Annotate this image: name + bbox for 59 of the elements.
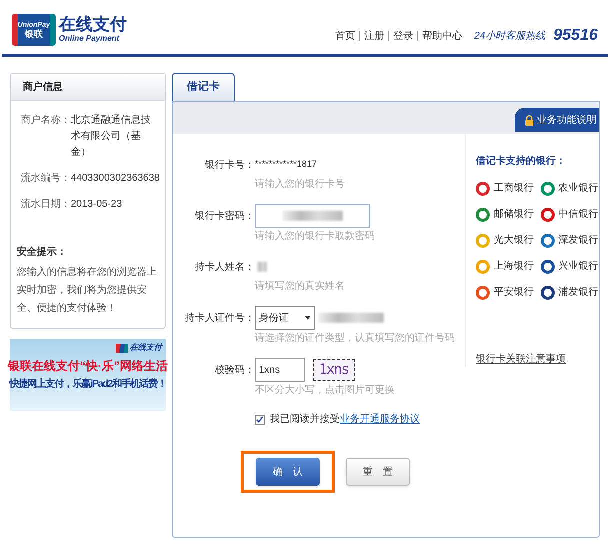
bank-name: 深发银行 xyxy=(558,234,598,248)
help-tab[interactable]: 业务功能说明 xyxy=(515,108,599,132)
banks-title: 借记卡支持的银行： xyxy=(476,154,567,169)
banner-headline: 银联在线支付“快·乐”网络生活 xyxy=(8,358,168,375)
bank-name: 邮储银行 xyxy=(494,208,534,222)
banner-logo: 在线支付 xyxy=(130,342,162,354)
field-label: 校验码： xyxy=(214,364,255,378)
bank-name: 农业银行 xyxy=(558,182,598,196)
field-hint: 请填写您的真实姓名 xyxy=(255,281,345,292)
field-value: 2013-05-23 xyxy=(71,198,122,212)
security-text: 您输入的信息将在您的浏览器上实时加密，我们将为您提供安全、便捷的支付体验！ xyxy=(17,266,158,316)
id-type-dropdown[interactable]: 身份证 xyxy=(255,306,315,330)
agreement-text: 我已阅读并接受业务开通服务协议 xyxy=(270,412,420,427)
field-hint: 请输入您的银行卡号 xyxy=(255,179,345,190)
captcha-text: 1xns xyxy=(319,360,349,380)
tab[interactable]: 借记卡 xyxy=(172,73,235,101)
field-hint: 不区分大小写，点击图片可更换 xyxy=(255,385,395,396)
captcha-image[interactable]: 1xns xyxy=(313,359,355,381)
field-label: 商户名称： xyxy=(21,114,71,128)
unionpay-logo-icon xyxy=(116,344,128,352)
bank-name: 光大银行 xyxy=(494,234,534,248)
logo-title: 在线支付 xyxy=(59,16,127,32)
logo-subtitle: Online Payment xyxy=(59,33,121,44)
field-label: 流水编号： xyxy=(21,172,71,186)
confirm-button[interactable]: 确 认 xyxy=(256,458,320,486)
bank-name: 中信银行 xyxy=(558,208,598,222)
lock-icon xyxy=(525,114,534,126)
bank-name: 工商银行 xyxy=(494,182,534,196)
bank-name: 上海银行 xyxy=(494,260,534,274)
field-value: 北京通融通信息技术有限公司（基金） xyxy=(71,114,152,160)
agreement-link[interactable]: 业务开通服务协议 xyxy=(340,414,420,425)
bank-name: 平安银行 xyxy=(494,286,534,300)
field-value: ************1817 xyxy=(255,158,318,172)
banner-subline: 快捷网上支付，乐赢iPad2和手机话费！ xyxy=(10,378,166,392)
field-hint: 请输入您的银行卡取款密码 xyxy=(255,231,375,242)
panel-title: 商户信息 xyxy=(23,80,63,94)
hotline-number: 95516 xyxy=(554,28,598,44)
bank-name: 兴业银行 xyxy=(558,260,598,274)
password-field[interactable] xyxy=(255,204,370,228)
field-label: 银行卡密码： xyxy=(194,210,255,224)
field-label: 持卡人姓名： xyxy=(194,260,255,274)
field-label: 持卡人证件号： xyxy=(184,312,255,326)
redacted-value xyxy=(257,262,267,272)
nav-link[interactable]: 登录 xyxy=(393,28,414,44)
bank-name: 浦发银行 xyxy=(558,286,598,300)
nav-link[interactable]: 首页 xyxy=(335,28,356,44)
field-label: 流水日期： xyxy=(21,198,71,212)
captcha-field[interactable]: 1xns xyxy=(255,358,305,382)
bank-notes-link[interactable]: 银行卡关联注意事项 xyxy=(476,354,566,365)
hotline-label: 24小时客服热线 xyxy=(474,30,546,44)
field-label: 银行卡号： xyxy=(204,158,255,172)
security-title: 安全提示： xyxy=(17,245,68,260)
reset-button[interactable]: 重 置 xyxy=(346,458,410,486)
nav-link[interactable]: 注册 xyxy=(364,28,384,44)
caret-icon xyxy=(305,316,311,320)
checkbox[interactable] xyxy=(255,414,265,424)
field-value: 4403300302363638 xyxy=(71,172,160,186)
field-hint: 请选择您的证件类型，认真填写您的证件号码 xyxy=(255,333,455,344)
nav-link[interactable]: 帮助中心 xyxy=(422,28,462,44)
